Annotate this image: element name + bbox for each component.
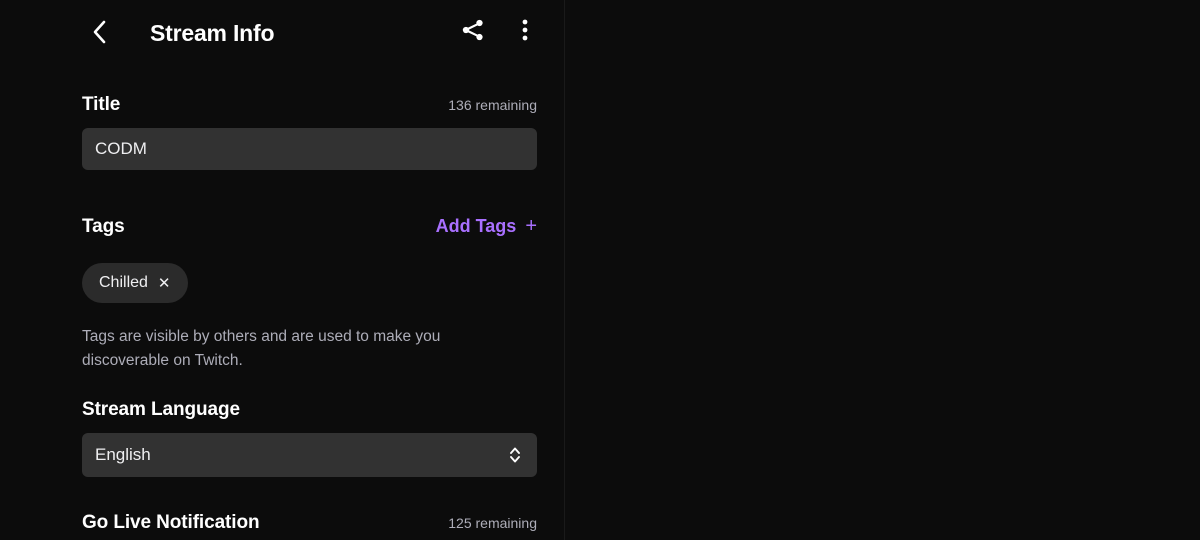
tag-chip[interactable]: Chilled ✕ xyxy=(82,263,188,303)
share-icon xyxy=(462,19,483,41)
page-title: Stream Info xyxy=(150,20,275,46)
tags-helper-text: Tags are visible by others and are used … xyxy=(82,328,441,369)
tag-chip-list: Chilled ✕ xyxy=(82,263,188,303)
add-tags-button[interactable]: Add Tags + xyxy=(436,215,537,238)
share-button[interactable] xyxy=(457,14,489,46)
right-panel: Go Live Notification 125 remaining user … xyxy=(565,0,1200,540)
language-section-header: Stream Language xyxy=(82,399,537,421)
tags-label: Tags xyxy=(82,216,125,237)
chevron-left-icon xyxy=(93,20,106,44)
stream-info-screen: Stream Info Title 136 remaining CODM Tag… xyxy=(0,0,1200,540)
golive-counter-left: 125 remaining xyxy=(448,515,537,531)
more-vertical-icon xyxy=(522,19,528,41)
golive-section-header-left: Go Live Notification 125 remaining xyxy=(82,512,537,534)
header-actions xyxy=(457,14,541,46)
left-panel: Stream Info Title 136 remaining CODM Tag… xyxy=(0,0,565,540)
add-tags-label: Add Tags xyxy=(435,216,517,236)
chevron-up-down-icon xyxy=(510,447,520,463)
title-input[interactable]: CODM xyxy=(82,128,537,170)
stream-language-value: English xyxy=(95,445,151,464)
title-section-header: Title 136 remaining xyxy=(82,94,537,116)
plus-icon: + xyxy=(525,215,537,237)
back-button[interactable] xyxy=(82,15,116,49)
app-header: Stream Info xyxy=(0,0,565,62)
tags-section-header: Tags Add Tags + xyxy=(82,215,537,238)
tag-chip-label: Chilled xyxy=(99,274,148,291)
stream-language-label: Stream Language xyxy=(82,399,240,420)
close-icon[interactable]: ✕ xyxy=(158,274,171,292)
stream-language-select[interactable]: English xyxy=(82,433,537,477)
more-options-button[interactable] xyxy=(509,14,541,46)
title-input-value: CODM xyxy=(95,139,147,158)
golive-label-left: Go Live Notification xyxy=(82,512,260,533)
title-counter: 136 remaining xyxy=(448,97,537,113)
title-label: Title xyxy=(82,94,121,115)
